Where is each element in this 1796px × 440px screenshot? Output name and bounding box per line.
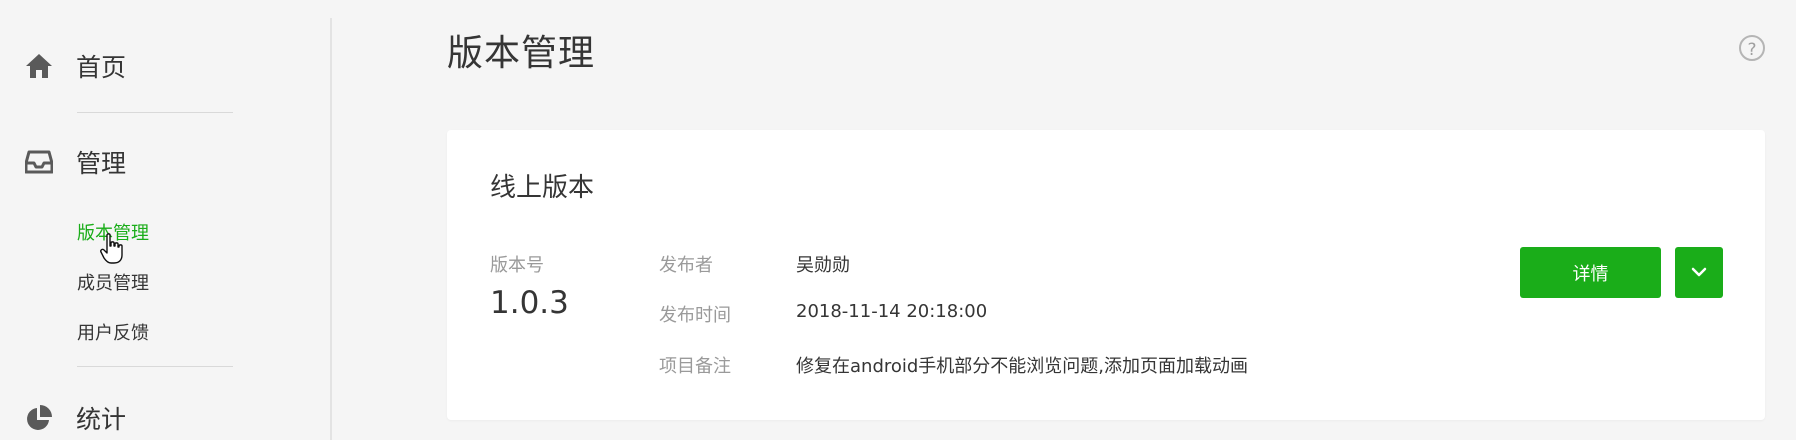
hand-cursor-icon (100, 233, 124, 269)
sidebar-item-manage-label: 管理 (76, 149, 127, 178)
sidebar-item-stats-label: 统计 (76, 405, 127, 434)
more-dropdown-button[interactable] (1675, 247, 1723, 298)
project-notes-value: 修复在android手机部分不能浏览问题,添加页面加载动画 (796, 356, 1249, 377)
version-number-label: 版本号 (490, 255, 544, 276)
sidebar-item-home[interactable]: 首页 (24, 48, 126, 84)
project-notes-label: 项目备注 (659, 356, 731, 377)
sidebar-divider (77, 366, 233, 367)
sidebar-item-stats[interactable]: 统计 (24, 400, 126, 436)
version-number-value: 1.0.3 (490, 285, 569, 321)
page-title: 版本管理 (447, 33, 596, 74)
publisher-label: 发布者 (659, 255, 713, 276)
publish-time-value: 2018-11-14 20:18:00 (796, 301, 988, 322)
card-title: 线上版本 (490, 173, 595, 203)
sidebar-border (330, 18, 332, 440)
pie-chart-icon (24, 403, 54, 433)
sidebar-item-home-label: 首页 (76, 53, 127, 82)
online-version-card: 线上版本 版本号 1.0.3 发布者 吴勋勋 发布时间 2018-11-14 2… (447, 130, 1765, 420)
inbox-icon (24, 147, 54, 177)
sidebar-subitem-member-management[interactable]: 成员管理 (77, 269, 149, 295)
sidebar: 首页 管理 版本管理 成员管理 用户反馈 统计 (0, 0, 330, 440)
publisher-value: 吴勋勋 (796, 255, 850, 276)
sidebar-subitem-user-feedback[interactable]: 用户反馈 (77, 319, 149, 345)
app: 首页 管理 版本管理 成员管理 用户反馈 统计 版本管理 ? 线上版本 版本号 … (0, 0, 1796, 440)
home-icon (24, 51, 54, 81)
help-icon[interactable]: ? (1739, 35, 1765, 61)
sidebar-divider (77, 112, 233, 113)
sidebar-item-manage[interactable]: 管理 (24, 144, 126, 180)
chevron-down-icon (1691, 265, 1707, 280)
publish-time-label: 发布时间 (659, 305, 731, 326)
details-button[interactable]: 详情 (1520, 247, 1661, 298)
